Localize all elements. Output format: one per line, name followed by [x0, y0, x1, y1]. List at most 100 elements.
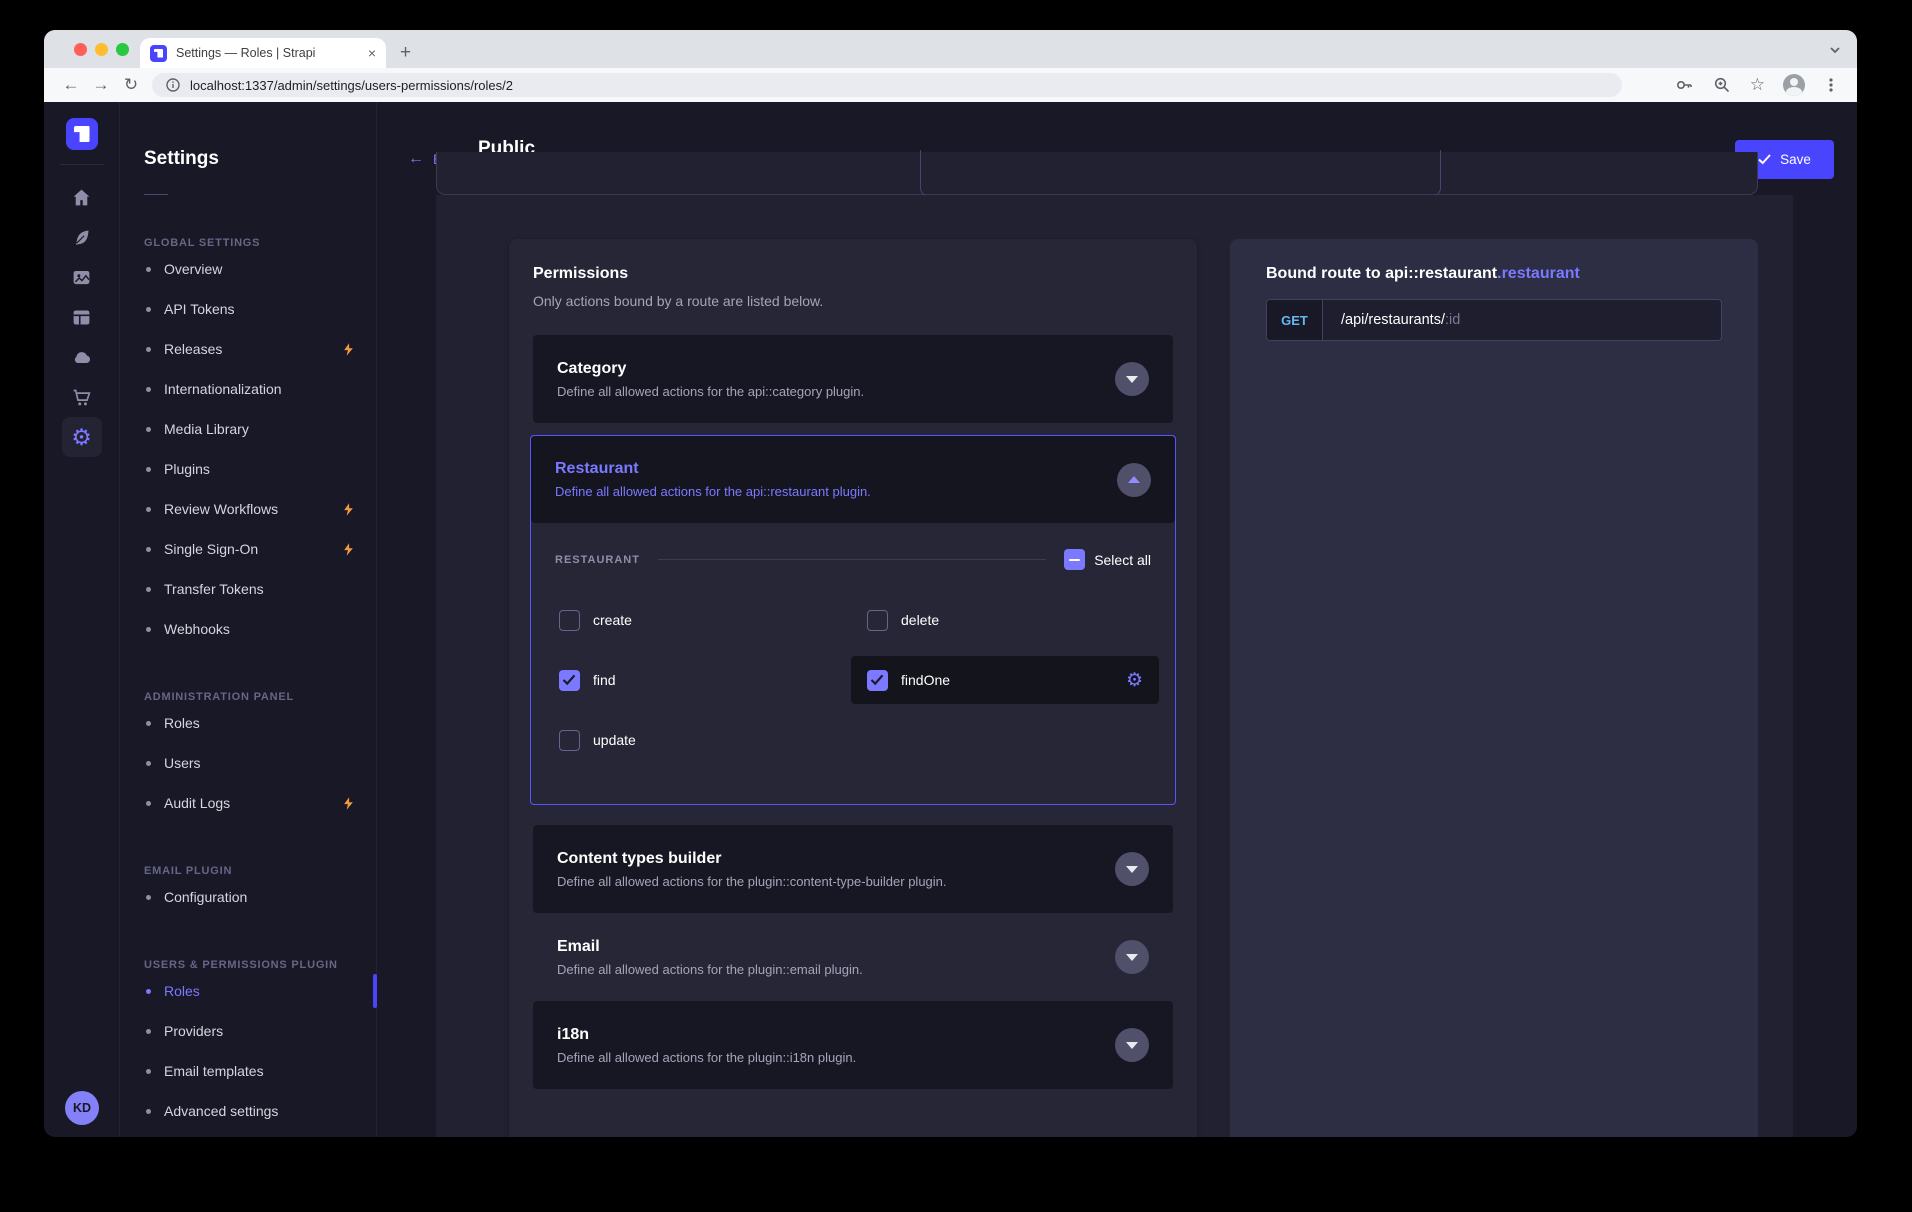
permission-update[interactable]: update	[543, 716, 851, 764]
accordion-description: Define all allowed actions for the api::…	[555, 484, 871, 499]
accordion-list: Category Define all allowed actions for …	[533, 335, 1173, 1089]
bullet-icon	[146, 427, 151, 432]
browser-tab[interactable]: Settings — Roles | Strapi ×	[140, 38, 386, 68]
strapi-favicon-icon	[150, 45, 167, 62]
main-content: ← Back Public Default role given to unau…	[377, 102, 1857, 1137]
sidebar-item-media-library[interactable]: Media Library	[120, 409, 376, 449]
sidebar-item-advanced-settings[interactable]: Advanced settings	[120, 1091, 376, 1131]
content-type-builder-icon[interactable]	[62, 297, 102, 337]
settings-gear-icon[interactable]: ⚙	[62, 417, 102, 457]
update-checkbox[interactable]	[559, 730, 580, 751]
bullet-icon	[146, 989, 151, 994]
tab-search-chevron-icon[interactable]	[1827, 42, 1843, 58]
create-checkbox[interactable]	[559, 610, 580, 631]
section-users-permissions-plugin: USERS & PERMISSIONS PLUGIN	[120, 959, 376, 971]
bullet-icon	[146, 1029, 151, 1034]
tab-title: Settings — Roles | Strapi	[176, 46, 360, 60]
permissions-grid: create delete	[543, 596, 1159, 764]
settings-cog-icon[interactable]: ⚙	[1126, 671, 1143, 690]
expand-button[interactable]	[1115, 852, 1149, 886]
check-icon	[1758, 154, 1771, 165]
sidebar-item-providers[interactable]: Providers	[120, 1011, 376, 1051]
accordion-description: Define all allowed actions for the api::…	[557, 384, 864, 399]
bookmark-star-icon[interactable]: ☆	[1750, 75, 1765, 95]
screen: Settings — Roles | Strapi × + ← → ↻ loca…	[0, 0, 1912, 1212]
findone-checkbox[interactable]	[867, 670, 888, 691]
select-all-control[interactable]: Select all	[1064, 549, 1151, 570]
permissions-panel: Permissions Only actions bound by a rout…	[509, 239, 1197, 1137]
find-checkbox[interactable]	[559, 670, 580, 691]
http-method-badge: GET	[1267, 300, 1323, 340]
sidebar-item-single-sign-on[interactable]: Single Sign-On	[120, 529, 376, 569]
home-icon[interactable]	[62, 177, 102, 217]
accordion-category[interactable]: Category Define all allowed actions for …	[533, 335, 1173, 423]
strapi-admin: ⚙ KD Settings GLOBAL SETTINGS Overview A…	[44, 102, 1857, 1137]
sidebar-item-up-roles[interactable]: Roles	[120, 971, 376, 1011]
sidebar-item-releases[interactable]: Releases	[120, 329, 376, 369]
marketplace-cart-icon[interactable]	[62, 377, 102, 417]
url-text: localhost:1337/admin/settings/users-perm…	[190, 78, 513, 93]
permission-create[interactable]: create	[543, 596, 851, 644]
sidebar-item-review-workflows[interactable]: Review Workflows	[120, 489, 376, 529]
bound-route-title: Bound route to api::restaurant.restauran…	[1266, 265, 1722, 283]
route-row: GET /api/restaurants/:id	[1266, 299, 1722, 341]
browser-menu-icon[interactable]	[1823, 76, 1839, 94]
browser-back-icon[interactable]: ←	[56, 75, 86, 95]
select-all-checkbox[interactable]	[1064, 549, 1085, 570]
zoom-window-button[interactable]	[116, 43, 129, 56]
accordion-i18n[interactable]: i18n Define all allowed actions for the …	[533, 1001, 1173, 1089]
permission-find[interactable]: find	[543, 656, 851, 704]
permissions-title: Permissions	[533, 265, 1173, 283]
bound-route-panel: Bound route to api::restaurant.restauran…	[1230, 239, 1758, 1137]
accordion-content-types-builder[interactable]: Content types builder Define all allowed…	[533, 825, 1173, 913]
sidebar-item-webhooks[interactable]: Webhooks	[120, 609, 376, 649]
lightning-icon	[341, 502, 356, 517]
new-tab-button[interactable]: +	[400, 40, 411, 66]
sidebar-item-email-templates[interactable]: Email templates	[120, 1051, 376, 1091]
sidebar-item-admin-roles[interactable]: Roles	[120, 703, 376, 743]
strapi-logo-icon[interactable]	[66, 118, 98, 150]
bullet-icon	[146, 387, 151, 392]
delete-checkbox[interactable]	[867, 610, 888, 631]
browser-profile-avatar[interactable]	[1783, 74, 1805, 96]
bullet-icon	[146, 507, 151, 512]
collapse-button[interactable]	[1117, 463, 1151, 497]
sidebar-item-admin-users[interactable]: Users	[120, 743, 376, 783]
main-nav-rail: ⚙ KD	[44, 102, 120, 1137]
expand-button[interactable]	[1115, 362, 1149, 396]
browser-reload-icon[interactable]: ↻	[116, 75, 146, 95]
sidebar-item-plugins[interactable]: Plugins	[120, 449, 376, 489]
minimize-window-button[interactable]	[95, 43, 108, 56]
route-path: /api/restaurants/:id	[1323, 300, 1460, 340]
expand-button[interactable]	[1115, 940, 1149, 974]
sidebar-item-api-tokens[interactable]: API Tokens	[120, 289, 376, 329]
media-library-icon[interactable]	[62, 257, 102, 297]
permission-delete[interactable]: delete	[851, 596, 1159, 644]
settings-subnav: Settings GLOBAL SETTINGS Overview API To…	[120, 102, 377, 1137]
cloud-deploy-icon[interactable]	[62, 337, 102, 377]
tab-close-icon[interactable]: ×	[368, 45, 376, 61]
browser-window: Settings — Roles | Strapi × + ← → ↻ loca…	[44, 30, 1857, 1137]
permission-findone-selected[interactable]: findOne ⚙	[851, 656, 1159, 704]
chevron-down-icon	[1126, 954, 1138, 961]
lightning-icon	[341, 796, 356, 811]
user-avatar[interactable]: KD	[65, 1091, 99, 1125]
description-field-cutoff[interactable]	[920, 150, 1441, 196]
expand-button[interactable]	[1115, 1028, 1149, 1062]
sidebar-item-configuration[interactable]: Configuration	[120, 877, 376, 917]
site-info-icon[interactable]	[166, 78, 180, 92]
accordion-title: Content types builder	[557, 850, 947, 868]
traffic-lights[interactable]	[74, 43, 129, 56]
accordion-restaurant-header[interactable]: Restaurant Define all allowed actions fo…	[531, 436, 1175, 523]
sidebar-item-overview[interactable]: Overview	[120, 249, 376, 289]
sidebar-item-internationalization[interactable]: Internationalization	[120, 369, 376, 409]
accordion-email[interactable]: Email Define all allowed actions for the…	[533, 913, 1173, 1001]
sidebar-item-audit-logs[interactable]: Audit Logs	[120, 783, 376, 823]
content-manager-feather-icon[interactable]	[62, 217, 102, 257]
address-bar[interactable]: localhost:1337/admin/settings/users-perm…	[152, 73, 1622, 97]
sidebar-item-transfer-tokens[interactable]: Transfer Tokens	[120, 569, 376, 609]
zoom-page-icon[interactable]	[1712, 75, 1732, 95]
password-key-icon[interactable]	[1674, 75, 1694, 95]
browser-forward-icon[interactable]: →	[86, 75, 116, 95]
close-window-button[interactable]	[74, 43, 87, 56]
